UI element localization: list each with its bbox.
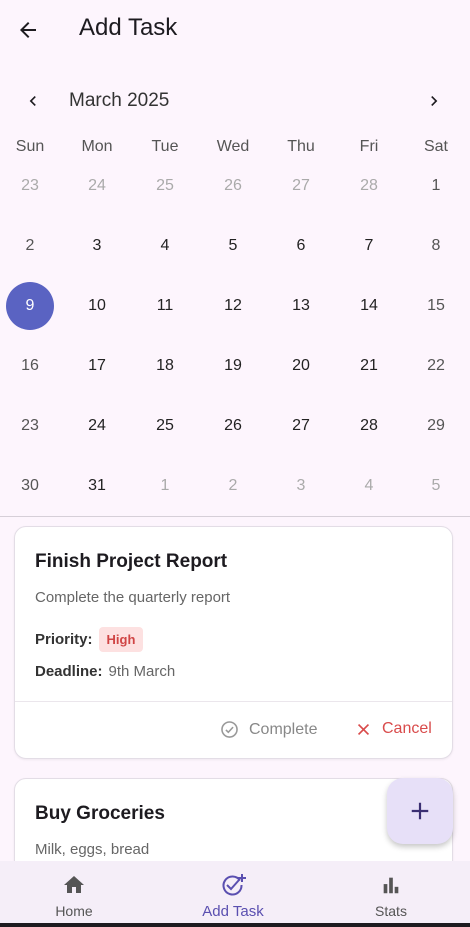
- weekday-header: Sun Mon Tue Wed Thu Fri Sat: [0, 138, 470, 162]
- task-title: Buy Groceries: [35, 803, 165, 824]
- weekday-label: Thu: [287, 138, 315, 155]
- calendar-day[interactable]: 2: [209, 462, 257, 510]
- priority-badge: High: [98, 626, 144, 652]
- calendar-day[interactable]: 20: [277, 342, 325, 390]
- calendar-day[interactable]: 8: [412, 222, 460, 270]
- task-card[interactable]: Finish Project Report Complete the quart…: [14, 526, 453, 759]
- calendar-day[interactable]: 28: [345, 402, 393, 450]
- calendar-day[interactable]: 27: [277, 402, 325, 450]
- calendar-day[interactable]: 23: [6, 402, 54, 450]
- calendar-day[interactable]: 16: [6, 342, 54, 390]
- month-navigation: March 2025: [0, 82, 470, 120]
- nav-label: Home: [55, 903, 93, 919]
- calendar-day[interactable]: 10: [73, 282, 121, 330]
- prev-month-button[interactable]: [18, 86, 48, 116]
- add-task-fab[interactable]: [387, 778, 453, 844]
- calendar-day[interactable]: 18: [141, 342, 189, 390]
- calendar-day[interactable]: 5: [412, 462, 460, 510]
- nav-label: Stats: [375, 903, 407, 919]
- calendar-day[interactable]: 5: [209, 222, 257, 270]
- task-description: Milk, eggs, bread: [35, 841, 150, 858]
- calendar-day[interactable]: 3: [277, 462, 325, 510]
- calendar-day[interactable]: 21: [345, 342, 393, 390]
- calendar-day[interactable]: 25: [141, 162, 189, 210]
- check-circle-icon: [221, 721, 238, 738]
- calendar-day[interactable]: 14: [345, 282, 393, 330]
- calendar-day[interactable]: 3: [73, 222, 121, 270]
- cancel-button[interactable]: Cancel: [355, 720, 432, 738]
- calendar-day[interactable]: 29: [412, 402, 460, 450]
- calendar-add-icon: [222, 874, 246, 896]
- nav-item-stats[interactable]: Stats: [331, 861, 451, 927]
- calendar-day[interactable]: 15: [412, 282, 460, 330]
- calendar-day[interactable]: 13: [277, 282, 325, 330]
- gesture-bar: [0, 923, 470, 927]
- calendar-day[interactable]: 4: [141, 222, 189, 270]
- calendar-day[interactable]: 26: [209, 402, 257, 450]
- complete-button[interactable]: Complete: [220, 720, 317, 739]
- chevron-right-icon: [431, 96, 438, 106]
- app-bar: Add Task: [0, 0, 470, 62]
- calendar-day[interactable]: 24: [73, 162, 121, 210]
- calendar-day[interactable]: 12: [209, 282, 257, 330]
- bar-chart-icon: [383, 877, 399, 894]
- weekday-label: Sat: [423, 138, 448, 155]
- nav-item-home[interactable]: Home: [14, 861, 134, 927]
- back-button[interactable]: [14, 15, 42, 45]
- weekday-label: Fri: [359, 138, 379, 155]
- chevron-left-icon: [29, 96, 36, 106]
- calendar-day[interactable]: 28: [345, 162, 393, 210]
- weekday-label: Wed: [216, 138, 250, 155]
- complete-label: Complete: [249, 720, 318, 738]
- deadline-label: Deadline:: [35, 663, 103, 680]
- task-description: Complete the quarterly report: [35, 589, 231, 606]
- priority-row: Priority: High: [35, 626, 144, 652]
- calendar-day-selected[interactable]: 9: [6, 282, 54, 330]
- calendar-day[interactable]: 22: [412, 342, 460, 390]
- calendar-day[interactable]: 4: [345, 462, 393, 510]
- calendar-day[interactable]: 31: [73, 462, 121, 510]
- calendar-day[interactable]: 25: [141, 402, 189, 450]
- next-month-button[interactable]: [419, 86, 449, 116]
- calendar-day[interactable]: 11: [141, 282, 189, 330]
- arrow-left-icon: [20, 22, 36, 38]
- card-divider: [15, 701, 452, 702]
- calendar-day[interactable]: 7: [345, 222, 393, 270]
- calendar-day[interactable]: 27: [277, 162, 325, 210]
- nav-label: Add Task: [202, 903, 264, 920]
- plus-icon: [411, 802, 429, 820]
- calendar-day[interactable]: 19: [209, 342, 257, 390]
- calendar-day[interactable]: 1: [141, 462, 189, 510]
- page-title: Add Task: [79, 14, 178, 41]
- calendar-day[interactable]: 2: [6, 222, 54, 270]
- calendar-day[interactable]: 6: [277, 222, 325, 270]
- task-title: Finish Project Report: [35, 551, 228, 572]
- calendar-day[interactable]: 30: [6, 462, 54, 510]
- calendar-day[interactable]: 17: [73, 342, 121, 390]
- weekday-label: Sun: [15, 138, 45, 155]
- deadline-row: Deadline: 9th March: [35, 663, 175, 680]
- month-label: March 2025: [69, 90, 170, 111]
- close-icon: [357, 723, 370, 735]
- bottom-navigation: Home Add Task Stats: [0, 861, 470, 927]
- cancel-label: Cancel: [382, 720, 432, 737]
- calendar-day[interactable]: 1: [412, 162, 460, 210]
- home-icon: [64, 876, 84, 893]
- nav-item-add-task[interactable]: Add Task: [173, 861, 293, 927]
- calendar-day[interactable]: 24: [73, 402, 121, 450]
- weekday-label: Mon: [81, 138, 113, 155]
- deadline-value: 9th March: [108, 663, 176, 680]
- priority-label: Priority:: [35, 630, 93, 648]
- divider: [0, 516, 470, 517]
- calendar-day[interactable]: 23: [6, 162, 54, 210]
- calendar-day[interactable]: 26: [209, 162, 257, 210]
- weekday-label: Tue: [151, 138, 179, 155]
